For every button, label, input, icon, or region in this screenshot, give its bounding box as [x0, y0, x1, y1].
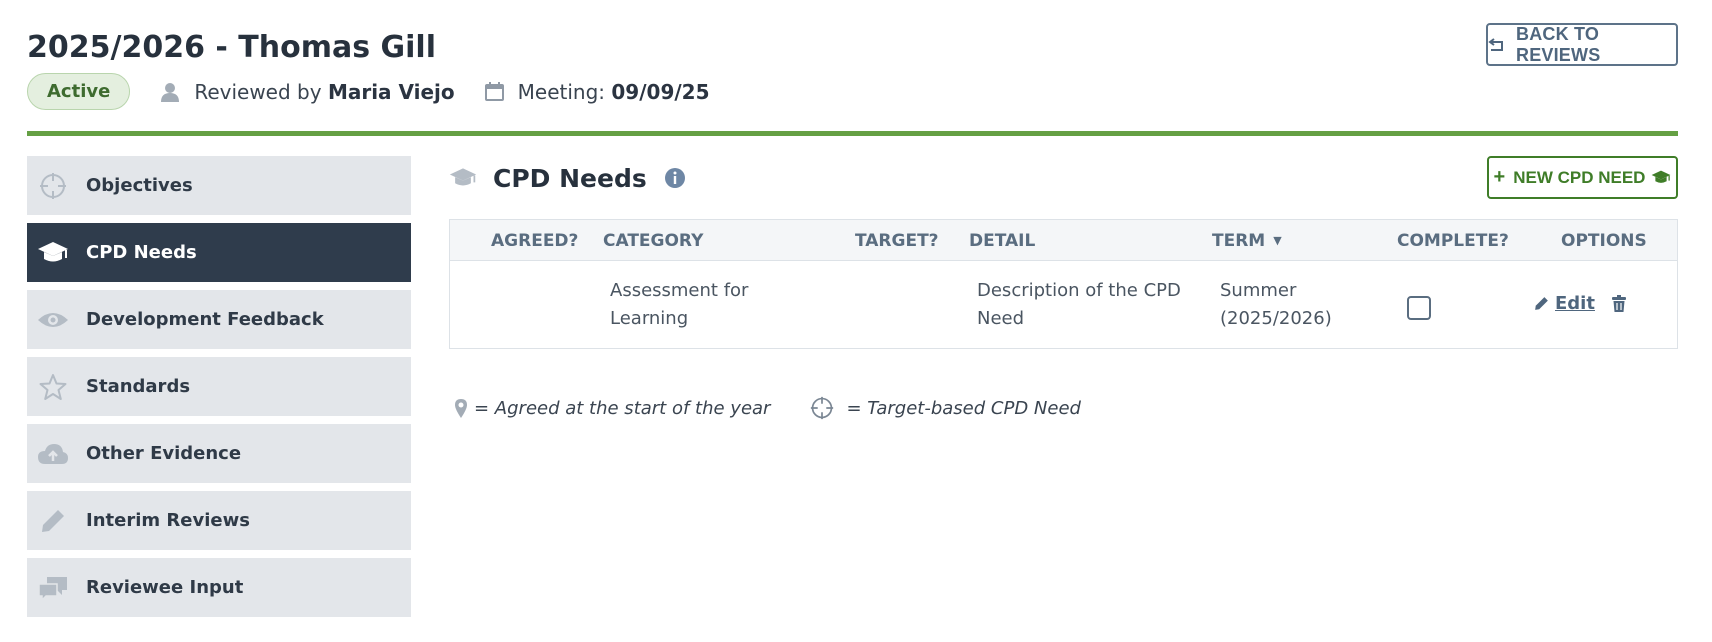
new-cpd-need-button[interactable]: + NEW CPD NEED — [1487, 156, 1678, 199]
header-divider — [27, 131, 1678, 136]
star-icon — [37, 373, 69, 401]
status-badge: Active — [27, 73, 131, 110]
legend-target-text: = Target-based CPD Need — [846, 397, 1081, 419]
column-header-options: OPTIONS — [1561, 231, 1647, 251]
new-button-label: NEW CPD NEED — [1513, 167, 1646, 187]
legend-agreed-text: = Agreed at the start of the year — [474, 397, 771, 419]
term-line: (2025/2026) — [1220, 308, 1332, 329]
crosshair-icon — [37, 172, 69, 200]
sidebar-item-standards[interactable]: Standards — [27, 357, 411, 416]
sidebar-item-label: Interim Reviews — [86, 510, 250, 531]
calendar-icon — [484, 82, 504, 101]
back-to-reviews-button[interactable]: BACK TO REVIEWS — [1486, 23, 1678, 66]
sidebar-item-objectives[interactable]: Objectives — [27, 156, 411, 215]
sidebar-item-interim-reviews[interactable]: Interim Reviews — [27, 491, 411, 550]
eye-icon — [37, 310, 69, 330]
sidebar-item-label: Objectives — [86, 175, 193, 196]
sidebar-item-cpd-needs[interactable]: CPD Needs — [27, 223, 411, 282]
legend-target-item: = Target-based CPD Need — [810, 396, 1081, 420]
term-cell: Summer (2025/2026) — [1220, 277, 1332, 333]
graduation-cap-icon — [37, 241, 69, 265]
reviewer-name: Maria Viejo — [327, 79, 455, 104]
sidebar: Objectives CPD Needs Development Feedbac… — [27, 156, 411, 625]
column-header-target[interactable]: TARGET? — [855, 231, 939, 251]
legend: = Agreed at the start of the year = Targ… — [454, 394, 1081, 422]
chat-bubbles-icon — [37, 575, 69, 601]
crosshair-icon — [810, 396, 834, 420]
pencil-icon — [1534, 296, 1549, 311]
edit-link[interactable]: Edit — [1534, 293, 1595, 314]
graduation-cap-icon — [449, 167, 477, 189]
meeting-info: Meeting: 09/09/25 — [484, 79, 710, 104]
graduation-cap-icon — [1651, 170, 1671, 185]
map-pin-icon — [454, 398, 468, 419]
detail-cell: Description of the CPD Need — [977, 277, 1181, 333]
category-line: Assessment for — [610, 280, 749, 301]
reviewer-info: Reviewed by Maria Viejo — [160, 79, 455, 104]
column-header-complete[interactable]: COMPLETE? — [1397, 231, 1509, 251]
section-header: CPD Needs — [449, 160, 685, 196]
back-button-label: BACK TO REVIEWS — [1516, 23, 1601, 65]
user-icon — [160, 82, 180, 102]
trash-icon[interactable] — [1611, 295, 1627, 313]
sort-down-icon: ▼ — [1273, 234, 1282, 247]
cpd-needs-table: AGREED? CATEGORY TARGET? DETAIL TERM ▼ CO… — [449, 219, 1678, 349]
return-arrow-icon — [1488, 37, 1506, 52]
sidebar-item-label: CPD Needs — [86, 242, 197, 263]
column-header-detail[interactable]: DETAIL — [969, 231, 1035, 251]
reviewed-by-label: Reviewed by — [194, 79, 322, 104]
term-line: Summer — [1220, 280, 1297, 301]
term-header-label: TERM — [1212, 231, 1266, 251]
page: 2025/2026 - Thomas Gill Active Reviewed … — [0, 0, 1712, 642]
section-title: CPD Needs — [493, 163, 647, 193]
detail-line: Need — [977, 308, 1025, 329]
complete-checkbox[interactable] — [1407, 296, 1431, 320]
pencil-icon — [37, 508, 69, 534]
category-line: Learning — [610, 308, 689, 329]
sidebar-item-label: Other Evidence — [86, 443, 242, 464]
info-icon[interactable] — [664, 168, 685, 188]
sidebar-item-label: Standards — [86, 376, 191, 397]
review-meta: Active Reviewed by Maria Viejo Meeting: … — [27, 73, 710, 110]
column-header-term[interactable]: TERM ▼ — [1212, 231, 1282, 251]
sidebar-item-other-evidence[interactable]: Other Evidence — [27, 424, 411, 483]
category-cell: Assessment for Learning — [610, 277, 748, 333]
detail-line: Description of the CPD — [977, 280, 1181, 301]
sidebar-item-reviewee-input[interactable]: Reviewee Input — [27, 558, 411, 617]
table-header: AGREED? CATEGORY TARGET? DETAIL TERM ▼ CO… — [450, 220, 1677, 261]
plus-icon: + — [1493, 166, 1506, 188]
sidebar-item-label: Development Feedback — [86, 309, 324, 330]
edit-label: Edit — [1555, 293, 1595, 314]
meeting-label: Meeting: — [517, 79, 606, 104]
column-header-category[interactable]: CATEGORY — [603, 231, 703, 251]
column-header-agreed[interactable]: AGREED? — [491, 231, 578, 251]
sidebar-item-label: Reviewee Input — [86, 577, 244, 598]
cloud-upload-icon — [37, 442, 69, 466]
page-title: 2025/2026 - Thomas Gill — [27, 30, 436, 65]
meeting-date: 09/09/25 — [611, 79, 710, 104]
sidebar-item-development-feedback[interactable]: Development Feedback — [27, 290, 411, 349]
